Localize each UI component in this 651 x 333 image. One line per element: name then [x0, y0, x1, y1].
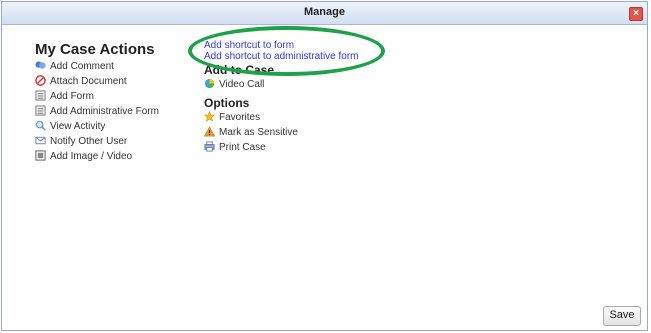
printer-icon — [204, 141, 215, 152]
video-call-icon — [204, 78, 215, 89]
add-shortcut-to-admin-form-link[interactable]: Add shortcut to administrative form — [204, 51, 464, 62]
add-shortcut-to-form-link[interactable]: Add shortcut to form — [204, 40, 464, 51]
print-case-action[interactable]: Print Case — [204, 140, 464, 155]
add-administrative-form-label: Add Administrative Form — [50, 106, 159, 117]
comment-icon — [35, 61, 46, 69]
print-case-label: Print Case — [219, 142, 266, 153]
form-icon — [35, 90, 46, 101]
attach-icon — [35, 75, 46, 86]
video-call-action[interactable]: Video Call — [204, 77, 464, 92]
add-form-label: Add Form — [50, 91, 94, 102]
favorites-action[interactable]: Favorites — [204, 110, 464, 125]
add-to-case-heading: Add to Case — [204, 63, 275, 77]
add-comment-label: Add Comment — [50, 61, 114, 72]
notify-other-user-label: Notify Other User — [50, 136, 128, 147]
attach-document-action[interactable]: Attach Document — [35, 74, 195, 89]
add-comment-action[interactable]: Add Comment — [35, 59, 195, 74]
magnifier-icon — [35, 120, 46, 131]
add-image-video-action[interactable]: Add Image / Video — [35, 149, 195, 164]
save-button[interactable]: Save — [603, 306, 641, 326]
view-activity-label: View Activity — [50, 121, 106, 132]
dialog-title: Manage — [304, 6, 345, 18]
mark-as-sensitive-label: Mark as Sensitive — [219, 127, 298, 138]
view-activity-action[interactable]: View Activity — [35, 119, 195, 134]
video-call-label: Video Call — [219, 79, 265, 90]
attach-document-label: Attach Document — [50, 76, 127, 87]
manage-dialog: Manage × My Case Actions Add Comment Att… — [1, 1, 648, 331]
warning-icon — [204, 126, 215, 137]
admin-form-icon — [35, 105, 46, 116]
favorites-label: Favorites — [219, 112, 261, 123]
mark-as-sensitive-action[interactable]: Mark as Sensitive — [204, 125, 464, 140]
star-icon — [204, 111, 215, 122]
right-panel: Add shortcut to form Add shortcut to adm… — [204, 40, 464, 155]
my-case-actions-panel: My Case Actions Add Comment Attach Docum… — [35, 42, 195, 164]
close-button[interactable]: × — [629, 7, 643, 21]
options-heading: Options — [204, 96, 250, 110]
add-image-video-label: Add Image / Video — [50, 151, 133, 162]
my-case-actions-heading: My Case Actions — [35, 41, 155, 58]
notify-other-user-action[interactable]: Notify Other User — [35, 134, 195, 149]
image-icon — [35, 150, 46, 161]
title-bar: Manage × — [2, 2, 647, 25]
add-form-action[interactable]: Add Form — [35, 89, 195, 104]
envelope-icon — [35, 136, 46, 145]
add-administrative-form-action[interactable]: Add Administrative Form — [35, 104, 195, 119]
